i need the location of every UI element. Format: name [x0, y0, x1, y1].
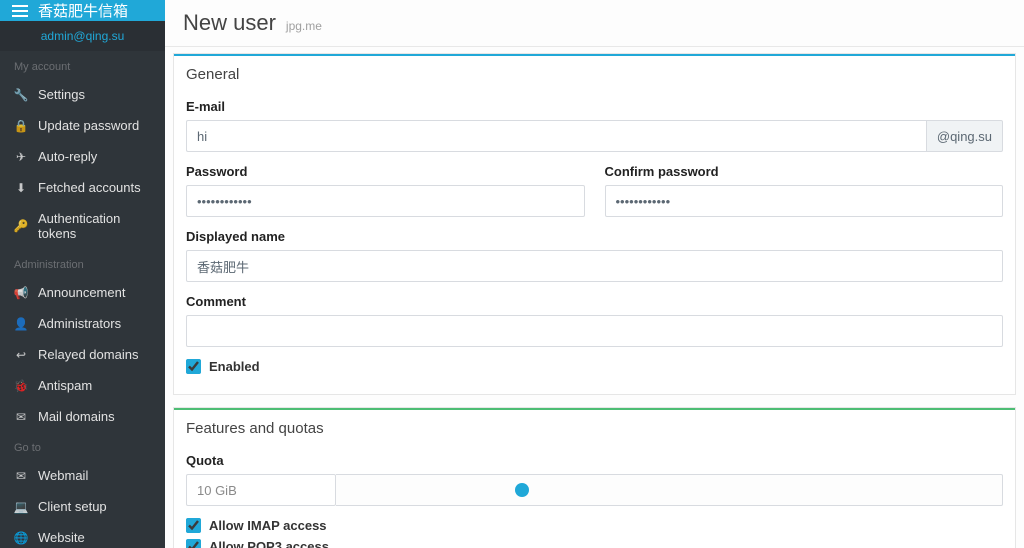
lock-icon: 🔒 [14, 119, 28, 133]
nav-fetched-accounts[interactable]: ⬇ Fetched accounts [0, 172, 165, 203]
comment-input[interactable] [186, 315, 1003, 347]
enabled-label: Enabled [209, 359, 260, 374]
panel-title-features: Features and quotas [174, 408, 1015, 447]
nav-label: Settings [38, 87, 85, 102]
nav-auth-tokens[interactable]: 🔑 Authentication tokens [0, 203, 165, 249]
mail-icon: ✉ [14, 469, 28, 483]
nav-antispam[interactable]: 🐞 Antispam [0, 370, 165, 401]
field-password: Password [186, 164, 585, 217]
user-icon: 👤 [14, 317, 28, 331]
nav-label: Relayed domains [38, 347, 138, 362]
confirm-password-label: Confirm password [605, 164, 1004, 179]
panel-features: Features and quotas Quota 10 GiB Allow I… [173, 407, 1016, 548]
quota-slider[interactable] [336, 474, 1003, 506]
reply-icon: ↩ [14, 348, 28, 362]
displayed-name-label: Displayed name [186, 229, 1003, 244]
sidebar: 香菇肥牛信箱 admin@qing.su My account 🔧 Setting… [0, 0, 165, 548]
confirm-password-input[interactable] [605, 185, 1004, 217]
key-icon: 🔑 [14, 219, 28, 233]
allow-imap-checkbox[interactable] [186, 518, 201, 533]
quota-input-group: 10 GiB [186, 474, 1003, 506]
email-label: E-mail [186, 99, 1003, 114]
wrench-icon: 🔧 [14, 88, 28, 102]
brand-title: 香菇肥牛信箱 [38, 0, 128, 21]
nav-header-admin: Administration [0, 249, 165, 277]
page-title: New user [183, 10, 276, 36]
globe-icon: 🌐 [14, 531, 28, 545]
nav-webmail[interactable]: ✉ Webmail [0, 460, 165, 491]
page-header: New user jpg.me [165, 0, 1024, 47]
nav-relayed-domains[interactable]: ↩ Relayed domains [0, 339, 165, 370]
nav-label: Webmail [38, 468, 88, 483]
nav-label: Client setup [38, 499, 107, 514]
nav-administrators[interactable]: 👤 Administrators [0, 308, 165, 339]
allow-pop3-checkbox[interactable] [186, 539, 201, 548]
envelope-icon: ✉ [14, 410, 28, 424]
main-content: New user jpg.me General E-mail @qing.su … [165, 0, 1024, 548]
email-input[interactable] [186, 120, 926, 152]
field-confirm-password: Confirm password [605, 164, 1004, 217]
quota-label: Quota [186, 453, 1003, 468]
topbar: 香菇肥牛信箱 [0, 0, 165, 21]
field-allow-pop3: Allow POP3 access [186, 539, 1003, 548]
field-comment: Comment [186, 294, 1003, 347]
bullhorn-icon: 📢 [14, 286, 28, 300]
nav-header-account: My account [0, 51, 165, 79]
download-icon: ⬇ [14, 181, 28, 195]
nav-label: Website [38, 530, 85, 545]
displayed-name-input[interactable] [186, 250, 1003, 282]
nav-label: Announcement [38, 285, 125, 300]
panel-body: E-mail @qing.su Password Confirm passwor… [174, 93, 1015, 394]
panel-title-general: General [174, 54, 1015, 93]
current-user-email[interactable]: admin@qing.su [0, 21, 165, 51]
allow-imap-label: Allow IMAP access [209, 518, 327, 533]
nav-update-password[interactable]: 🔒 Update password [0, 110, 165, 141]
comment-label: Comment [186, 294, 1003, 309]
plane-icon: ✈ [14, 150, 28, 164]
field-email: E-mail @qing.su [186, 99, 1003, 152]
email-input-group: @qing.su [186, 120, 1003, 152]
panel-general: General E-mail @qing.su Password Conf [173, 53, 1016, 395]
field-enabled: Enabled [186, 359, 1003, 374]
nav-label: Auto-reply [38, 149, 97, 164]
password-input[interactable] [186, 185, 585, 217]
nav-label: Update password [38, 118, 139, 133]
panel-body: Quota 10 GiB Allow IMAP access Allow POP… [174, 447, 1015, 548]
menu-toggle-icon[interactable] [12, 5, 28, 17]
nav-auto-reply[interactable]: ✈ Auto-reply [0, 141, 165, 172]
slider-thumb-icon[interactable] [515, 483, 529, 497]
nav-label: Antispam [38, 378, 92, 393]
field-quota: Quota 10 GiB [186, 453, 1003, 506]
email-domain-addon: @qing.su [926, 120, 1003, 152]
nav-client-setup[interactable]: 💻 Client setup [0, 491, 165, 522]
quota-display: 10 GiB [186, 474, 336, 506]
nav-announcement[interactable]: 📢 Announcement [0, 277, 165, 308]
field-allow-imap: Allow IMAP access [186, 518, 1003, 533]
allow-pop3-label: Allow POP3 access [209, 539, 329, 548]
nav-label: Mail domains [38, 409, 115, 424]
nav-header-goto: Go to [0, 432, 165, 460]
app-root: 香菇肥牛信箱 admin@qing.su My account 🔧 Setting… [0, 0, 1024, 548]
nav-website[interactable]: 🌐 Website [0, 522, 165, 548]
nav-label: Administrators [38, 316, 121, 331]
enabled-checkbox[interactable] [186, 359, 201, 374]
nav-settings[interactable]: 🔧 Settings [0, 79, 165, 110]
bug-icon: 🐞 [14, 379, 28, 393]
password-label: Password [186, 164, 585, 179]
nav-label: Authentication tokens [38, 211, 151, 241]
laptop-icon: 💻 [14, 500, 28, 514]
field-displayed-name: Displayed name [186, 229, 1003, 282]
nav-label: Fetched accounts [38, 180, 141, 195]
page-subtitle: jpg.me [286, 19, 322, 33]
nav-mail-domains[interactable]: ✉ Mail domains [0, 401, 165, 432]
